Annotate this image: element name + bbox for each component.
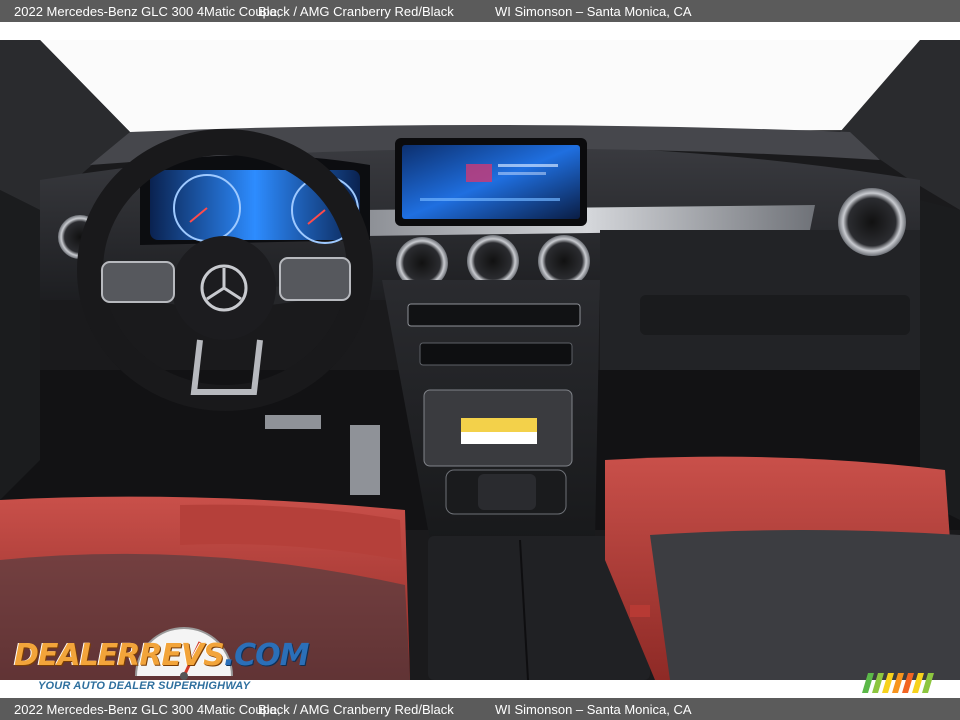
caption-dealer: WI Simonson – Santa Monica, CA [495, 3, 692, 19]
caption-dealer-bottom: WI Simonson – Santa Monica, CA [495, 701, 692, 717]
caption-colors: Black / AMG Cranberry Red/Black [258, 3, 454, 19]
left-spoke-controls [101, 261, 175, 303]
logo-part-com: .COM [223, 638, 310, 673]
caption-title-bottom: 2022 Mercedes-Benz GLC 300 4Matic Coupe, [14, 701, 281, 717]
glovebox [640, 295, 910, 335]
interior-illustration [0, 40, 960, 680]
passenger-seat-back [650, 530, 960, 680]
climate-controls [407, 303, 581, 327]
caption-bar-bottom: 2022 Mercedes-Benz GLC 300 4Matic Coupe,… [0, 698, 960, 720]
vehicle-interior-photo [0, 40, 960, 680]
windshield [40, 40, 920, 132]
caption-bar-top: 2022 Mercedes-Benz GLC 300 4Matic Coupe,… [0, 0, 960, 22]
logo-tagline: YOUR AUTO DEALER SUPERHIGHWAY [38, 680, 251, 692]
touchpad [478, 474, 536, 510]
logo-part-revs: REVS [139, 638, 224, 673]
accelerator-pedal [350, 425, 380, 495]
logo-part-dealer: DEALER [14, 638, 140, 673]
dealerrevs-logo: DEALERREVS.COM [14, 638, 310, 673]
right-air-vent [838, 188, 906, 256]
stripes-logo-icon [862, 673, 934, 693]
center-vent-middle [467, 235, 519, 287]
caption-title: 2022 Mercedes-Benz GLC 300 4Matic Coupe, [14, 3, 281, 19]
right-spoke-controls [279, 257, 351, 301]
brake-pedal [265, 415, 321, 429]
caption-colors-bottom: Black / AMG Cranberry Red/Black [258, 701, 454, 717]
left-door-panel [0, 190, 40, 500]
center-vent-right [538, 235, 590, 287]
function-buttons [419, 342, 573, 366]
